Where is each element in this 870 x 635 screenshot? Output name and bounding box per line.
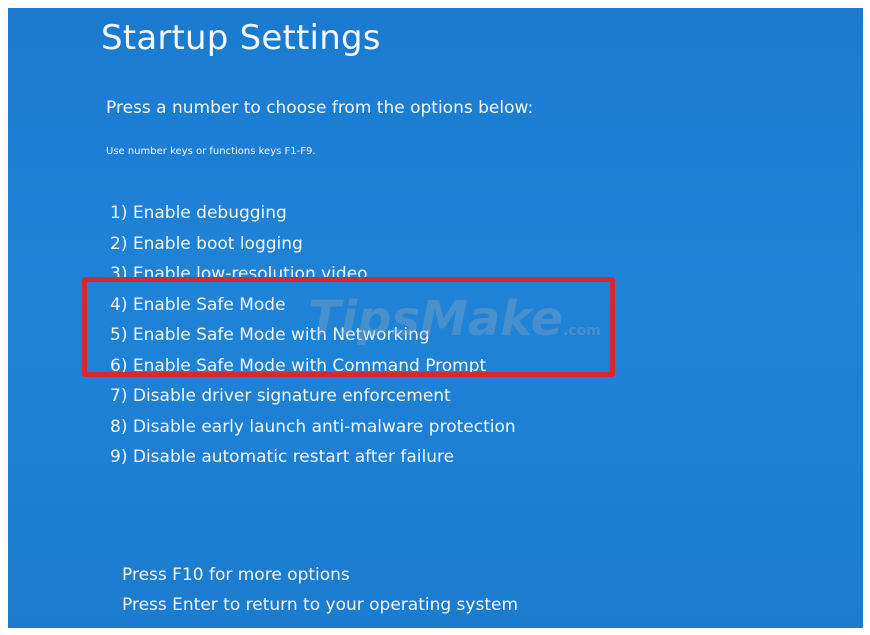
option-enable-safe-mode-command-prompt[interactable]: 6) Enable Safe Mode with Command Prompt <box>110 351 516 382</box>
option-enable-debugging[interactable]: 1) Enable debugging <box>110 198 516 229</box>
watermark-suffix: .com <box>563 323 601 339</box>
option-enable-boot-logging[interactable]: 2) Enable boot logging <box>110 229 516 260</box>
page-title: Startup Settings <box>101 18 381 58</box>
option-enable-safe-mode[interactable]: 4) Enable Safe Mode <box>110 290 516 321</box>
option-disable-automatic-restart[interactable]: 9) Disable automatic restart after failu… <box>110 442 516 473</box>
startup-options-list: 1) Enable debugging 2) Enable boot loggi… <box>110 198 516 473</box>
more-options-text: Press F10 for more options <box>122 565 350 585</box>
footer-instructions: Press F10 for more options Press Enter t… <box>122 560 518 620</box>
option-disable-driver-signature-enforcement[interactable]: 7) Disable driver signature enforcement <box>110 381 516 412</box>
return-to-os-text: Press Enter to return to your operating … <box>122 595 519 615</box>
startup-settings-screen: Startup Settings Press a number to choos… <box>8 8 863 628</box>
instruction-text: Press a number to choose from the option… <box>106 98 534 118</box>
option-enable-safe-mode-networking[interactable]: 5) Enable Safe Mode with Networking <box>110 320 516 351</box>
key-hint-text: Use number keys or functions keys F1-F9. <box>106 146 316 157</box>
option-enable-low-resolution-video[interactable]: 3) Enable low-resolution video <box>110 259 516 290</box>
option-disable-early-launch-anti-malware[interactable]: 8) Disable early launch anti-malware pro… <box>110 412 516 443</box>
